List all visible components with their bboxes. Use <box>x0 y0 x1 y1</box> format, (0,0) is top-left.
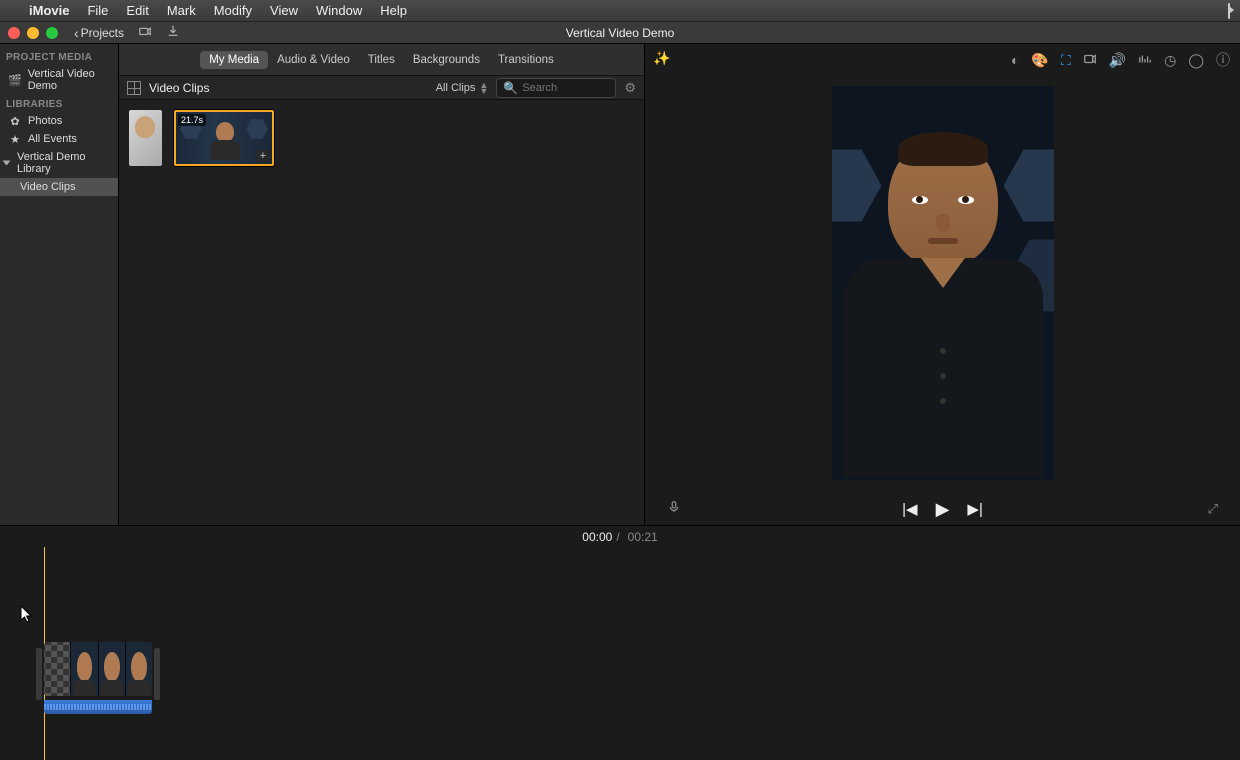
sidebar-item-label: All Events <box>28 133 77 145</box>
chevron-left-icon: ‹ <box>74 25 79 41</box>
media-subbar: Video Clips All Clips ▲▼ 🔍 ⚙ <box>119 76 644 100</box>
magic-wand-icon[interactable]: ✨ <box>653 50 670 67</box>
info-icon[interactable]: ⓘ <box>1216 50 1230 70</box>
clip-trim-handle-left[interactable] <box>36 648 42 700</box>
mac-menubar: iMovie File Edit Mark Modify View Window… <box>0 0 1240 22</box>
timecode-display: 00:00 / 00:21 <box>0 525 1240 547</box>
clip-trim-handle-right[interactable] <box>154 648 160 700</box>
clapperboard-icon: 🎬 <box>8 74 22 86</box>
media-browser: My Media Audio & Video Titles Background… <box>119 44 645 525</box>
next-button[interactable]: ▶| <box>967 500 982 518</box>
preview-viewer: ✨ ◐ 🎨 ⛶ 🔊 ◷ ◯ ⓘ <box>645 44 1240 525</box>
projects-label: Projects <box>81 26 124 40</box>
timecode-separator: / <box>616 530 619 544</box>
sidebar-item-label: Vertical Video Demo <box>28 68 112 92</box>
color-correction-icon[interactable]: 🎨 <box>1031 52 1048 69</box>
viewer-canvas[interactable] <box>645 44 1240 493</box>
background-clip-thumbnail[interactable] <box>129 110 162 166</box>
sidebar-item-library[interactable]: Vertical Demo Library <box>0 148 118 178</box>
sidebar-section-libraries: LIBRARIES <box>0 95 118 112</box>
screen-record-icon[interactable] <box>1228 4 1230 18</box>
grid-view-icon[interactable] <box>127 81 141 95</box>
clip-duration-badge: 21.7s <box>178 114 206 126</box>
settings-gear-icon[interactable]: ⚙ <box>624 80 636 96</box>
search-field[interactable]: 🔍 <box>496 78 616 98</box>
clip-area: 21.7s + <box>119 100 644 525</box>
tab-transitions[interactable]: Transitions <box>489 51 563 69</box>
crop-icon[interactable]: ⛶ <box>1061 52 1071 69</box>
projects-back-button[interactable]: ‹ Projects <box>74 25 124 41</box>
sidebar-item-video-clips[interactable]: Video Clips <box>0 178 118 196</box>
tab-audio-video[interactable]: Audio & Video <box>268 51 359 69</box>
stabilization-icon[interactable] <box>1083 52 1097 69</box>
menu-app[interactable]: iMovie <box>20 3 78 18</box>
menu-window[interactable]: Window <box>307 3 371 18</box>
download-icon[interactable] <box>166 24 180 41</box>
filter-label: All Clips <box>436 82 476 94</box>
media-browser-title: Video Clips <box>149 81 209 95</box>
star-icon: ★ <box>8 133 22 145</box>
timeline[interactable] <box>0 547 1240 760</box>
viewer-frame <box>832 86 1054 480</box>
close-button[interactable] <box>8 27 20 39</box>
photos-icon: ✿ <box>8 115 22 127</box>
clip-thumbnails <box>44 642 152 696</box>
noise-reduction-icon[interactable] <box>1138 52 1152 69</box>
add-clip-button[interactable]: + <box>256 150 270 162</box>
search-icon: 🔍 <box>503 81 518 95</box>
sidebar-item-project[interactable]: 🎬 Vertical Video Demo <box>0 65 118 95</box>
previous-button[interactable]: |◀ <box>902 500 917 518</box>
play-button[interactable]: ▶ <box>936 499 950 520</box>
sidebar-item-label: Video Clips <box>20 181 75 193</box>
timecode-current: 00:00 <box>582 530 612 544</box>
window-toolbar: ‹ Projects Vertical Video Demo <box>0 22 1240 44</box>
maximize-button[interactable] <box>46 27 58 39</box>
media-tabs: My Media Audio & Video Titles Background… <box>119 44 644 76</box>
tab-backgrounds[interactable]: Backgrounds <box>404 51 489 69</box>
clip-filter-dropdown[interactable]: All Clips ▲▼ <box>436 82 489 94</box>
menu-edit[interactable]: Edit <box>117 3 157 18</box>
menu-help[interactable]: Help <box>371 3 416 18</box>
sidebar-item-label: Vertical Demo Library <box>17 151 112 175</box>
menu-file[interactable]: File <box>78 3 117 18</box>
menu-modify[interactable]: Modify <box>205 3 261 18</box>
traffic-lights <box>8 27 58 39</box>
window-title: Vertical Video Demo <box>566 26 675 40</box>
timeline-clip[interactable] <box>40 642 156 714</box>
preview-toolbar: ◐ 🎨 ⛶ 🔊 ◷ ◯ ⓘ <box>1011 50 1230 70</box>
voiceover-mic-icon[interactable] <box>667 500 681 518</box>
speed-icon[interactable]: ◷ <box>1164 52 1176 69</box>
clip-audio-waveform[interactable] <box>44 700 152 714</box>
menu-mark[interactable]: Mark <box>158 3 205 18</box>
color-balance-icon[interactable]: ◐ <box>1011 52 1019 68</box>
sidebar-item-label: Photos <box>28 115 62 127</box>
minimize-button[interactable] <box>27 27 39 39</box>
sidebar: PROJECT MEDIA 🎬 Vertical Video Demo LIBR… <box>0 44 119 525</box>
fullscreen-icon[interactable]: ⤢ <box>1208 501 1218 517</box>
updown-icon: ▲▼ <box>479 82 488 94</box>
sidebar-item-photos[interactable]: ✿ Photos <box>0 112 118 130</box>
sidebar-section-project: PROJECT MEDIA <box>0 48 118 65</box>
search-input[interactable] <box>522 82 602 94</box>
tab-my-media[interactable]: My Media <box>200 51 268 69</box>
disclosure-triangle-icon[interactable] <box>3 161 11 166</box>
transport-controls: |◀ ▶ ▶| ⤢ <box>645 493 1240 525</box>
volume-icon[interactable]: 🔊 <box>1109 52 1126 69</box>
filter-icon[interactable]: ◯ <box>1188 52 1204 69</box>
timecode-total: 00:21 <box>628 530 658 544</box>
menu-view[interactable]: View <box>261 3 307 18</box>
import-media-icon[interactable] <box>138 24 152 41</box>
video-clip-thumbnail[interactable]: 21.7s + <box>174 110 274 166</box>
tab-titles[interactable]: Titles <box>359 51 404 69</box>
sidebar-item-all-events[interactable]: ★ All Events <box>0 130 118 148</box>
